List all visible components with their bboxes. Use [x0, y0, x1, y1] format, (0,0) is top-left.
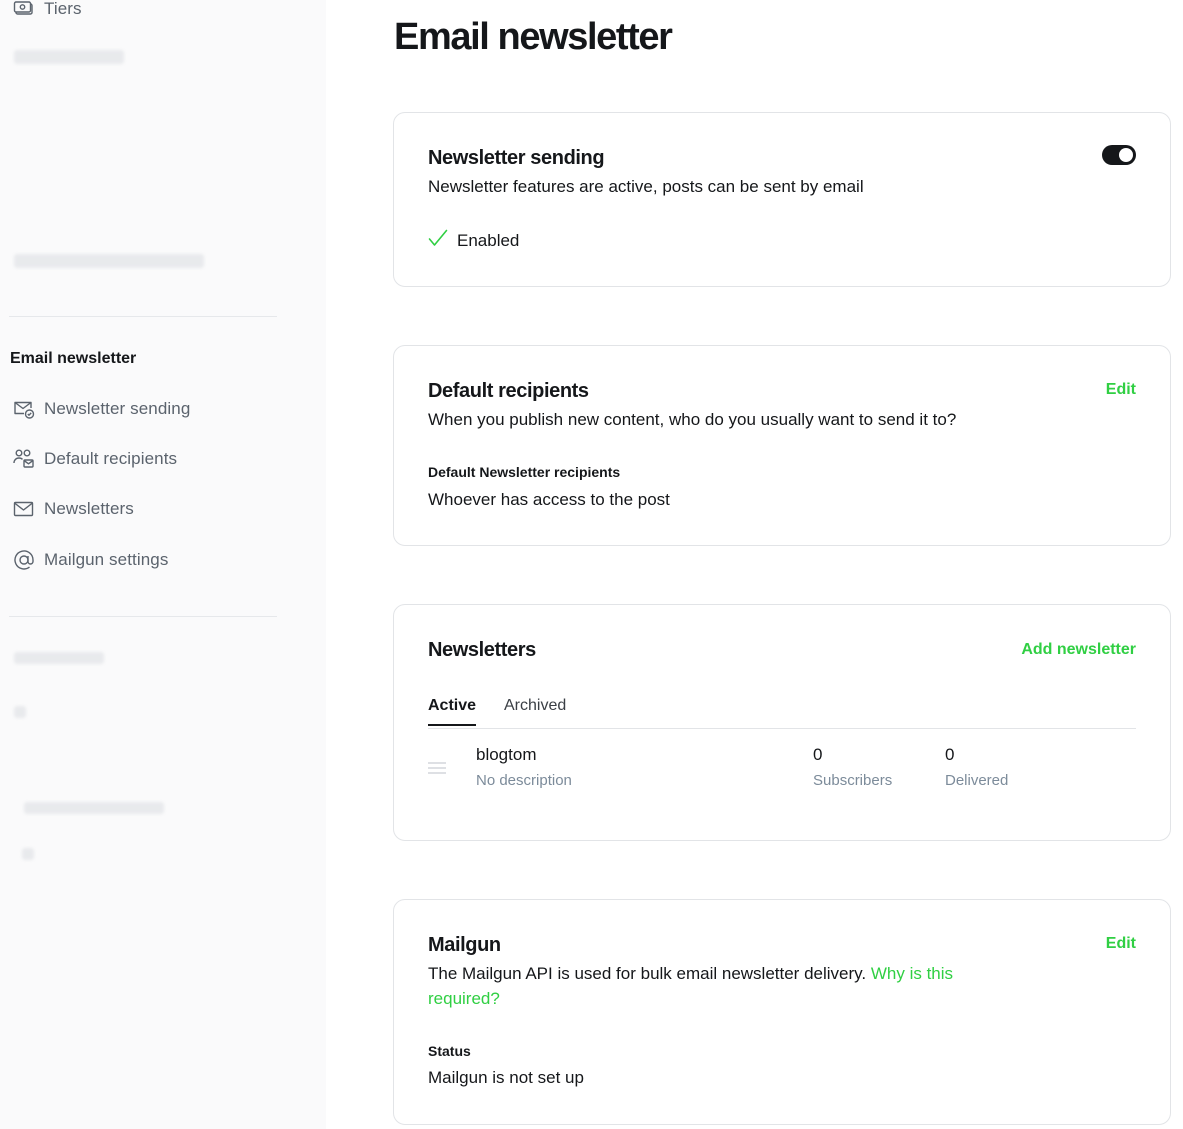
delivered-count: 0	[945, 745, 955, 764]
at-sign-icon	[12, 548, 36, 572]
sidebar-item-newsletter-sending[interactable]: Newsletter sending	[12, 395, 190, 423]
newsletter-name: blogtom	[476, 745, 537, 764]
delivered-label: Delivered	[945, 772, 1009, 789]
sidebar-item-tiers[interactable]: Tiers	[12, 0, 82, 23]
faded-sidebar-item	[22, 848, 34, 860]
drag-handle-icon[interactable]	[428, 761, 446, 779]
default-recipients-card: Default recipients Edit When you publish…	[393, 345, 1171, 546]
sidebar-item-mailgun-settings[interactable]: Mailgun settings	[12, 546, 168, 574]
newsletters-card: Newsletters Add newsletter Active Archiv…	[393, 604, 1171, 841]
status-label: Enabled	[457, 230, 520, 250]
sidebar-divider	[9, 316, 277, 317]
sidebar-item-newsletters[interactable]: Newsletters	[12, 495, 134, 523]
field-label: Default Newsletter recipients	[428, 464, 621, 480]
enabled-status: Enabled	[428, 229, 519, 252]
field-label: Status	[428, 1043, 471, 1059]
card-description: When you publish new content, who do you…	[428, 410, 957, 429]
sidebar-item-label: Mailgun settings	[44, 550, 169, 569]
faded-sidebar-item	[14, 652, 104, 664]
toggle-knob	[1119, 148, 1133, 162]
card-title: Newsletters	[428, 639, 536, 661]
card-title: Newsletter sending	[428, 147, 605, 169]
edit-recipients-button[interactable]: Edit	[1106, 381, 1136, 399]
users-mail-icon	[12, 447, 36, 471]
faded-sidebar-item	[14, 50, 124, 64]
mailgun-description-text: The Mailgun API is used for bulk email n…	[428, 964, 867, 983]
field-value: Whoever has access to the post	[428, 490, 670, 509]
subscribers-label: Subscribers	[813, 772, 893, 789]
faded-sidebar-item	[14, 706, 26, 718]
card-description: Newsletter features are active, posts ca…	[428, 177, 864, 196]
tab-archived[interactable]: Archived	[504, 697, 566, 724]
edit-mailgun-button[interactable]: Edit	[1106, 935, 1136, 953]
card-description: The Mailgun API is used for bulk email n…	[428, 961, 1028, 1011]
add-newsletter-button[interactable]: Add newsletter	[1021, 641, 1136, 659]
card-title: Default recipients	[428, 380, 589, 402]
field-value: Mailgun is not set up	[428, 1068, 584, 1087]
sidebar-item-label: Default recipients	[44, 449, 178, 468]
sidebar-item-label: Tiers	[44, 0, 82, 18]
sidebar-item-label: Newsletters	[44, 499, 134, 518]
money-icon	[12, 0, 36, 21]
sidebar-divider	[9, 616, 277, 617]
subscribers-count: 0	[813, 745, 823, 764]
card-title: Mailgun	[428, 934, 501, 956]
mail-icon	[12, 497, 36, 521]
newsletter-tabs: Active Archived	[428, 697, 1136, 729]
newsletter-sending-card: Newsletter sending Newsletter features a…	[393, 112, 1171, 287]
check-icon	[428, 229, 448, 252]
mailgun-card: Mailgun Edit The Mailgun API is used for…	[393, 899, 1171, 1125]
newsletter-sending-toggle[interactable]	[1102, 145, 1136, 165]
sidebar-item-default-recipients[interactable]: Default recipients	[12, 445, 177, 473]
sidebar-item-label: Newsletter sending	[44, 399, 191, 418]
faded-sidebar-item	[24, 802, 164, 814]
sidebar-section-title: Email newsletter	[10, 350, 137, 367]
tab-active[interactable]: Active	[428, 697, 477, 726]
settings-sidebar: Tiers Email newsletter Newsletter sendin…	[0, 0, 326, 1129]
faded-sidebar-item	[14, 254, 204, 268]
newsletter-description: No description	[476, 772, 572, 789]
mail-check-icon	[12, 397, 36, 421]
page-title: Email newsletter	[394, 16, 673, 58]
